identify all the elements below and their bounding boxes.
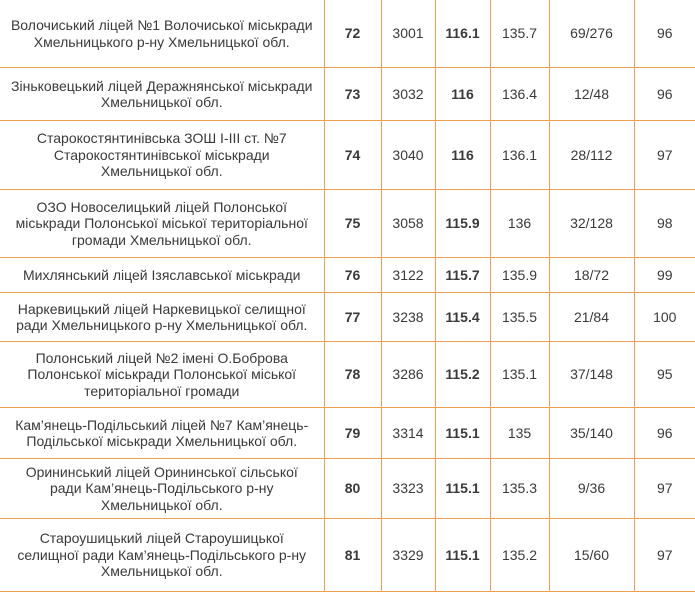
code-cell: 3286 (381, 341, 436, 408)
school-name: Старокостянтинівська ЗОШ І-ІІІ ст. №7 Ст… (0, 120, 325, 190)
average-cell: 135.9 (490, 257, 550, 293)
ratio-cell: 18/72 (549, 257, 635, 293)
score-cell: 115.7 (435, 257, 491, 293)
average-cell: 136 (490, 189, 550, 258)
average-cell: 136.1 (490, 120, 550, 190)
rank-cell: 77 (324, 292, 382, 342)
percent-cell: 99 (634, 257, 695, 293)
ratio-cell: 15/60 (549, 518, 635, 592)
school-name: ОЗО Новоселицький ліцей Полонської міськ… (0, 189, 325, 258)
rank-cell: 73 (324, 67, 382, 121)
score-cell: 115.1 (435, 458, 491, 519)
average-cell: 135.7 (490, 0, 550, 68)
code-cell: 3122 (381, 257, 436, 293)
score-cell: 116 (435, 67, 491, 121)
ratio-cell: 12/48 (549, 67, 635, 121)
average-cell: 135.3 (490, 458, 550, 519)
score-cell: 116.1 (435, 0, 491, 68)
table-row: Михлянський ліцей Ізяславської міськради… (0, 257, 695, 293)
score-cell: 116 (435, 120, 491, 190)
percent-cell: 100 (634, 292, 695, 342)
score-cell: 115.2 (435, 341, 491, 408)
school-name: Наркевицький ліцей Наркевицької селищної… (0, 292, 325, 342)
school-name: Полонський ліцей №2 імені О.Боброва Поло… (0, 341, 325, 408)
table-row: ОЗО Новоселицький ліцей Полонської міськ… (0, 189, 695, 258)
average-cell: 136.4 (490, 67, 550, 121)
table-row: Орининський ліцей Орининської сільської … (0, 458, 695, 519)
table-row: Зіньковецький ліцей Деражнянської міськр… (0, 67, 695, 121)
school-name: Орининський ліцей Орининської сільської … (0, 458, 325, 519)
ratio-cell: 69/276 (549, 0, 635, 68)
rank-cell: 74 (324, 120, 382, 190)
percent-cell: 96 (634, 0, 695, 68)
school-name: Староушицький ліцей Староушицької селищн… (0, 518, 325, 592)
score-cell: 115.4 (435, 292, 491, 342)
score-cell: 115.9 (435, 189, 491, 258)
percent-cell: 97 (634, 518, 695, 592)
rank-cell: 75 (324, 189, 382, 258)
table-row: Полонський ліцей №2 імені О.Боброва Поло… (0, 341, 695, 408)
ratio-cell: 9/36 (549, 458, 635, 519)
code-cell: 3314 (381, 407, 436, 459)
ratio-cell: 35/140 (549, 407, 635, 459)
ratio-cell: 32/128 (549, 189, 635, 258)
rank-cell: 78 (324, 341, 382, 408)
code-cell: 3058 (381, 189, 436, 258)
ratio-cell: 21/84 (549, 292, 635, 342)
code-cell: 3238 (381, 292, 436, 342)
code-cell: 3329 (381, 518, 436, 592)
code-cell: 3001 (381, 0, 436, 68)
code-cell: 3040 (381, 120, 436, 190)
ratio-cell: 37/148 (549, 341, 635, 408)
percent-cell: 96 (634, 407, 695, 459)
rank-cell: 80 (324, 458, 382, 519)
table-row: Кам’янець-Подільський ліцей №7 Кам’янець… (0, 407, 695, 459)
percent-cell: 96 (634, 67, 695, 121)
rank-cell: 72 (324, 0, 382, 68)
table-row: Волочиський ліцей №1 Волочиської міськра… (0, 0, 695, 68)
rating-table-container: Волочиський ліцей №1 Волочиської міськра… (0, 0, 695, 612)
school-name: Зіньковецький ліцей Деражнянської міськр… (0, 67, 325, 121)
table-row: Старокостянтинівська ЗОШ І-ІІІ ст. №7 Ст… (0, 120, 695, 190)
code-cell: 3032 (381, 67, 436, 121)
school-name: Волочиський ліцей №1 Волочиської міськра… (0, 0, 325, 68)
percent-cell: 95 (634, 341, 695, 408)
percent-cell: 97 (634, 120, 695, 190)
ratio-cell: 28/112 (549, 120, 635, 190)
score-cell: 115.1 (435, 407, 491, 459)
rank-cell: 76 (324, 257, 382, 293)
average-cell: 135.1 (490, 341, 550, 408)
school-name: Михлянський ліцей Ізяславської міськради (0, 257, 325, 293)
school-rating-table: Волочиський ліцей №1 Волочиської міськра… (0, 0, 695, 592)
rank-cell: 81 (324, 518, 382, 592)
rank-cell: 79 (324, 407, 382, 459)
school-name: Кам’янець-Подільський ліцей №7 Кам’янець… (0, 407, 325, 459)
table-row: Староушицький ліцей Староушицької селищн… (0, 518, 695, 592)
table-row: Наркевицький ліцей Наркевицької селищної… (0, 292, 695, 342)
average-cell: 135.2 (490, 518, 550, 592)
code-cell: 3323 (381, 458, 436, 519)
average-cell: 135 (490, 407, 550, 459)
percent-cell: 98 (634, 189, 695, 258)
percent-cell: 97 (634, 458, 695, 519)
average-cell: 135.5 (490, 292, 550, 342)
score-cell: 115.1 (435, 518, 491, 592)
